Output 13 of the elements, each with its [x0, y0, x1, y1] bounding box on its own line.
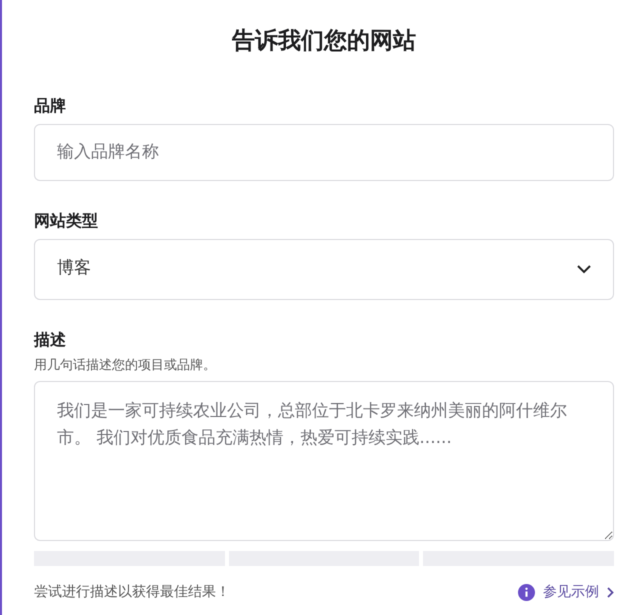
text-field[interactable]: 输入品牌名称	[34, 124, 614, 181]
description-field[interactable]: 我们是一家可持续农业公司，总部位于北卡罗来纳州美丽的阿什维尔市。 我们对优质食品充满热情，热爱可持续实践......	[34, 381, 614, 542]
chevron-right-icon	[607, 587, 614, 598]
form-title: 告诉我们您的网站	[231, 28, 417, 56]
field-label: 描述	[34, 328, 67, 351]
info-icon	[518, 584, 535, 602]
tip-text: 尝试进行描述以获得最佳结果！	[34, 583, 230, 602]
field-hint: 用几句话描述您的项目或品牌。	[34, 356, 217, 375]
field-label: 网站类型	[34, 210, 99, 232]
chevron-down-icon	[577, 264, 591, 274]
see-examples-link[interactable]: 参见示例	[518, 582, 614, 604]
field-label: 品牌	[34, 94, 67, 117]
select-field[interactable]: 博客	[34, 238, 614, 300]
